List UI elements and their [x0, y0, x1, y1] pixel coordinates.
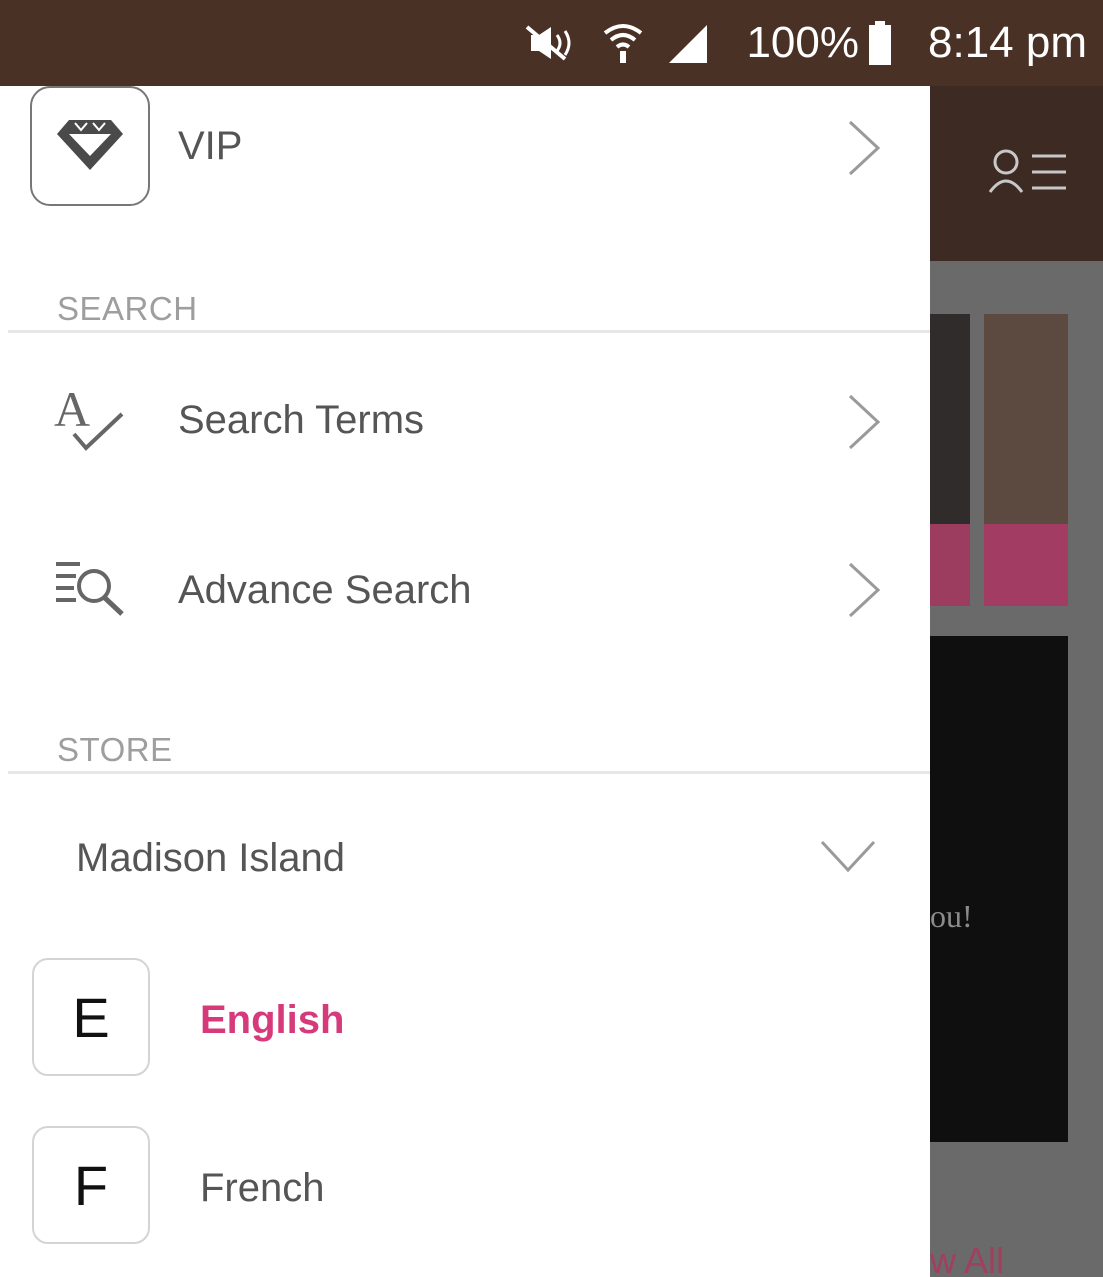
- divider: [8, 330, 930, 333]
- status-bar: 100% 8:14 pm: [0, 0, 1103, 86]
- language-option-english[interactable]: E English: [0, 958, 930, 1082]
- product-banner-image[interactable]: [930, 314, 970, 606]
- language-option-french[interactable]: F French: [0, 1126, 930, 1250]
- chevron-right-icon: [846, 560, 882, 625]
- status-time: 8:14 pm: [928, 18, 1087, 67]
- search-terms-row[interactable]: A Search Terms: [0, 356, 930, 486]
- chevron-right-icon: [846, 392, 882, 457]
- store-selector[interactable]: Madison Island: [0, 806, 930, 916]
- search-terms-label: Search Terms: [178, 398, 425, 442]
- vip-row[interactable]: VIP: [0, 86, 930, 211]
- advance-search-label: Advance Search: [178, 568, 472, 612]
- language-label-english: English: [200, 998, 345, 1042]
- account-menu-icon[interactable]: [988, 148, 1068, 199]
- navigation-drawer: VIP SEARCH A Search Terms Advance Search…: [0, 86, 930, 1277]
- diamond-icon: [55, 116, 125, 177]
- background-header: [930, 86, 1103, 261]
- vip-label: VIP: [178, 124, 243, 168]
- vip-badge: [30, 86, 150, 206]
- divider: [8, 771, 930, 774]
- promo-panel: [930, 636, 1068, 1142]
- banner-footer: [984, 524, 1068, 606]
- battery-percentage: 100%: [746, 18, 859, 67]
- spell-check-icon: A: [52, 381, 128, 459]
- battery-icon: [867, 0, 893, 86]
- store-section-title: STORE: [57, 731, 173, 768]
- advance-search-row[interactable]: Advance Search: [0, 526, 930, 656]
- chevron-right-icon: [846, 118, 882, 183]
- banner-footer: [930, 524, 970, 606]
- signal-icon: [665, 0, 711, 86]
- chevron-down-icon: [818, 838, 878, 879]
- product-banner-image[interactable]: [984, 314, 1068, 606]
- language-letter-badge: F: [32, 1126, 150, 1244]
- language-label-french: French: [200, 1166, 325, 1210]
- svg-text:A: A: [54, 384, 90, 437]
- list-search-icon: [52, 558, 128, 623]
- view-all-link[interactable]: w All: [930, 1240, 1004, 1277]
- background-app-content: ou! w All: [930, 86, 1103, 1277]
- language-letter-badge: E: [32, 958, 150, 1076]
- search-section-title: SEARCH: [57, 290, 198, 327]
- store-name: Madison Island: [76, 836, 346, 880]
- wifi-icon: [603, 0, 643, 86]
- promo-text: ou!: [930, 898, 973, 934]
- mute-icon: [525, 0, 583, 86]
